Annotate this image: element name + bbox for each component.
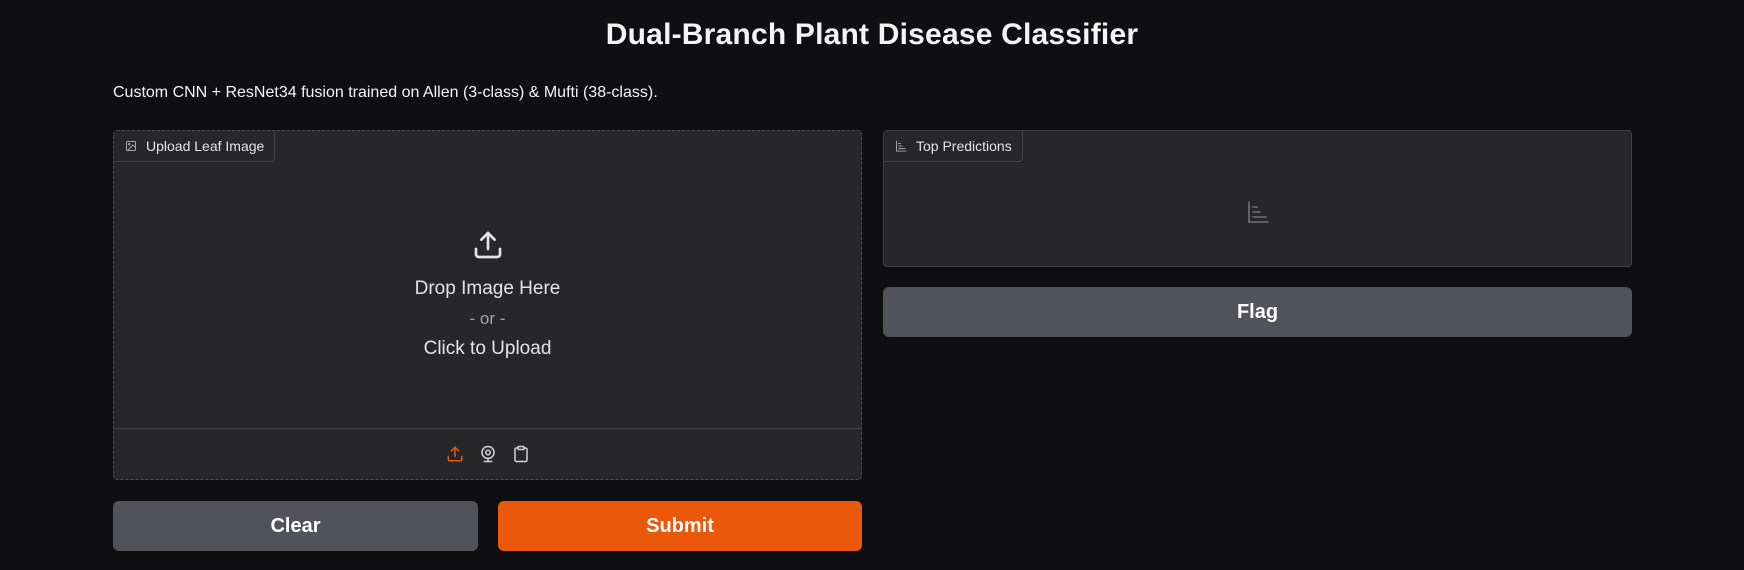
dropzone-separator-text: - or - xyxy=(469,308,506,328)
dropzone-secondary-text: Click to Upload xyxy=(423,337,552,359)
bar-chart-icon xyxy=(895,140,907,152)
upload-source-icon[interactable] xyxy=(444,443,466,465)
bar-chart-icon xyxy=(1246,200,1270,229)
webcam-source-icon[interactable] xyxy=(477,443,499,465)
upload-panel-label: Upload Leaf Image xyxy=(114,131,276,162)
app-page: Dual-Branch Plant Disease Classifier Cus… xyxy=(0,0,1744,570)
dropzone-primary-text: Drop Image Here xyxy=(414,277,561,299)
predictions-panel: Top Predictions xyxy=(883,130,1632,267)
predictions-panel-label-text: Top Predictions xyxy=(916,138,1012,154)
image-dropzone[interactable]: Drop Image Here - or - Click to Upload xyxy=(114,162,861,430)
upload-panel-label-text: Upload Leaf Image xyxy=(146,138,265,154)
predictions-panel-label: Top Predictions xyxy=(884,131,1023,162)
page-title: Dual-Branch Plant Disease Classifier xyxy=(605,18,1139,51)
clipboard-source-icon[interactable] xyxy=(510,443,532,465)
image-upload-panel: Upload Leaf Image Drop Image Here - or -… xyxy=(113,130,862,480)
upload-icon xyxy=(472,229,504,266)
flag-button[interactable]: Flag xyxy=(883,287,1632,337)
image-icon xyxy=(125,140,137,152)
submit-button[interactable]: Submit xyxy=(498,501,862,551)
app-description: Custom CNN + ResNet34 fusion trained on … xyxy=(113,84,658,101)
clear-button[interactable]: Clear xyxy=(113,501,478,551)
predictions-empty-state xyxy=(884,162,1631,266)
source-selector xyxy=(114,428,861,479)
